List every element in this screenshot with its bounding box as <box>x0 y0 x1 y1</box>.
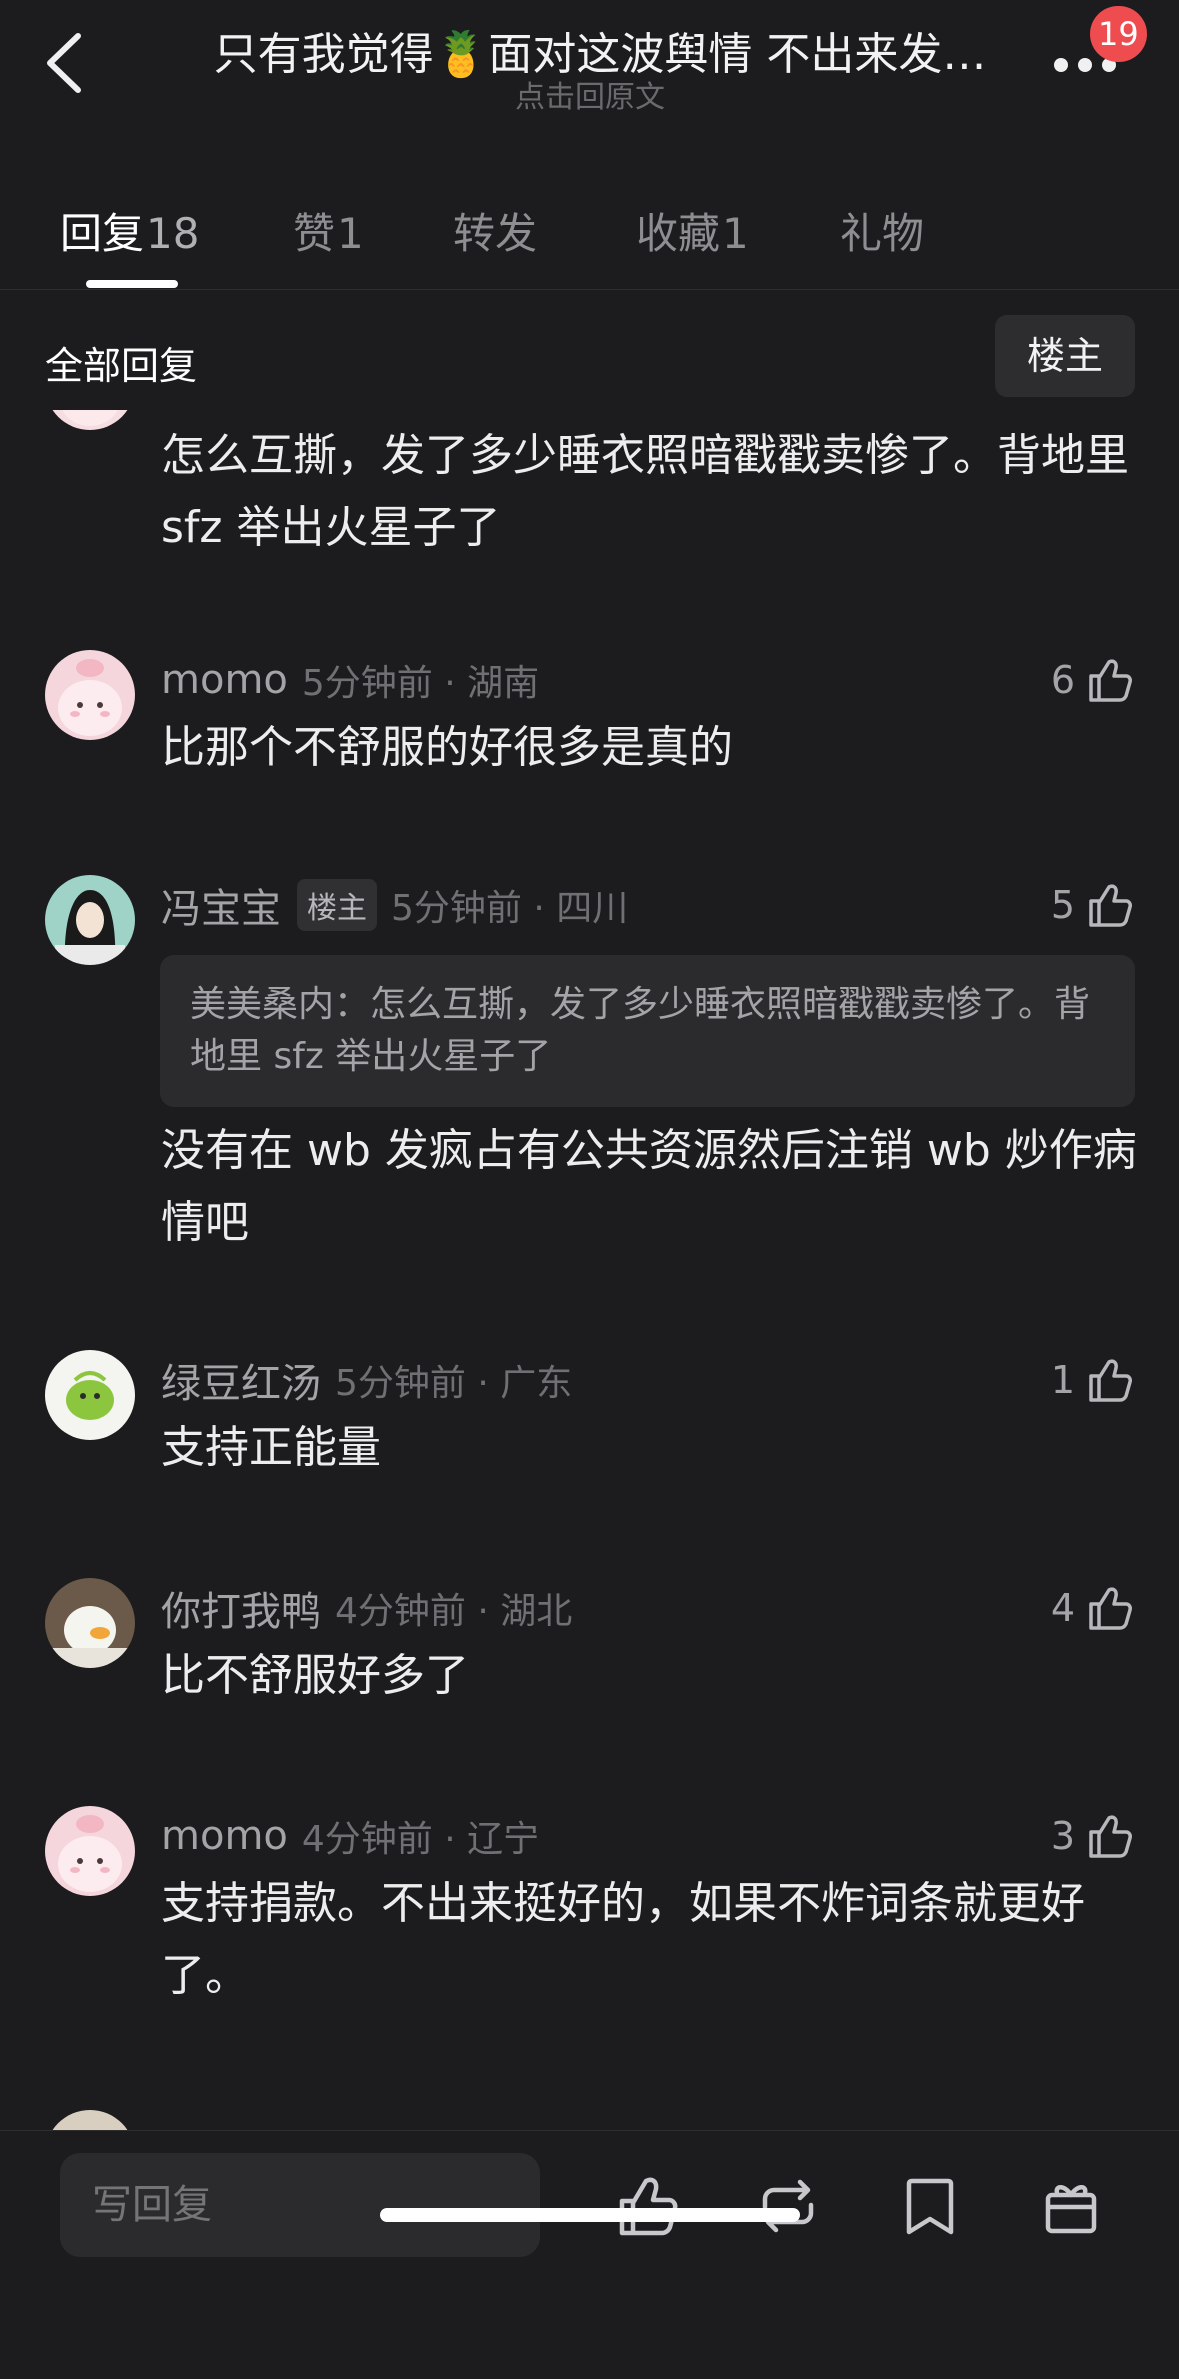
gift-icon <box>1045 2185 1097 2234</box>
like-count: 3 <box>1050 1814 1075 1858</box>
header: 只有我觉得🍍面对这波舆情 不出来发… 点击回原文 19 <box>0 0 1179 150</box>
owner-badge: 楼主 <box>297 879 377 931</box>
username[interactable]: 绿豆红汤 <box>161 1351 321 1409</box>
repost-button[interactable] <box>753 2171 823 2241</box>
thumbs-up-icon <box>1089 659 1132 702</box>
tab-replies[interactable]: 回复18 <box>60 200 199 261</box>
like-count: 6 <box>1050 658 1075 702</box>
thumbs-up-icon <box>619 2177 678 2236</box>
tab-label: 收藏 <box>636 209 721 258</box>
tab-likes[interactable]: 赞1 <box>293 200 364 261</box>
like-button[interactable]: 3 <box>1051 1806 1135 1866</box>
username[interactable]: 你打我鸭 <box>161 1579 321 1637</box>
comment-meta: 绿豆红汤 5分钟前 · 广东 <box>161 1350 572 1410</box>
avatar[interactable] <box>45 1350 135 1440</box>
bookmark-icon <box>906 2178 954 2235</box>
like-count: 1 <box>1050 1358 1075 1402</box>
timestamp-location: 5分钟前 · 四川 <box>391 888 629 929</box>
tab-label: 礼物 <box>840 209 925 258</box>
all-replies-heading: 全部回复 <box>45 344 198 388</box>
active-tab-indicator <box>86 280 178 288</box>
thumbs-up-icon <box>1089 1815 1132 1858</box>
tab-bar: 回复18 赞1 转发 收藏1 礼物 <box>0 180 1179 290</box>
quoted-reply[interactable]: 美美桑内：怎么互撕，发了多少睡衣照暗戳戳卖惨了。背地里 sfz 举出火星子了 <box>160 955 1135 1107</box>
comment-text: 支持正能量 <box>161 1422 381 1473</box>
avatar[interactable] <box>45 875 135 965</box>
avatar[interactable] <box>45 410 135 430</box>
username[interactable]: momo <box>161 1813 288 1859</box>
bookmark-button[interactable] <box>895 2171 965 2241</box>
bottom-action-bar <box>0 2130 1179 2379</box>
tab-label: 回复 <box>60 209 145 258</box>
back-button[interactable] <box>38 28 98 98</box>
owner-filter-button[interactable]: 楼主 <box>995 315 1135 397</box>
comment-meta: 你打我鸭 4分钟前 · 湖北 <box>161 1578 572 1638</box>
thumbs-up-icon <box>1089 1359 1132 1402</box>
avatar[interactable] <box>45 1806 135 1896</box>
notification-badge: 19 <box>1090 6 1147 62</box>
back-to-original-link[interactable]: 点击回原文 <box>190 72 990 116</box>
timestamp-location: 4分钟前 · 辽宁 <box>301 1819 540 1860</box>
like-post-button[interactable] <box>612 2171 682 2241</box>
gift-button[interactable] <box>1036 2171 1106 2241</box>
username[interactable]: momo <box>161 657 288 703</box>
avatar[interactable] <box>45 650 135 740</box>
like-button[interactable]: 1 <box>1051 1350 1135 1410</box>
home-indicator <box>380 2208 800 2222</box>
tab-gifts[interactable]: 礼物 <box>840 200 924 261</box>
tab-label: 转发 <box>453 209 538 258</box>
like-count: 4 <box>1050 1586 1075 1630</box>
tab-count: 1 <box>722 209 749 258</box>
username[interactable]: 冯宝宝 <box>161 876 281 934</box>
reply-input[interactable] <box>60 2153 540 2257</box>
tab-reposts[interactable]: 转发 <box>453 200 537 261</box>
chevron-left-icon <box>47 33 81 93</box>
tab-label: 赞 <box>293 209 336 258</box>
thumbs-up-icon <box>1089 884 1132 927</box>
comment-list[interactable]: 怎么互撕，发了多少睡衣照暗戳戳卖惨了。背地里 sfz 举出火星子了 momo 5… <box>0 410 1179 2130</box>
comment-text: 支持捐款。不出来挺好的，如果不炸词条就更好了。 <box>161 1878 1085 2001</box>
comment-text: 比不舒服好多了 <box>161 1650 469 1701</box>
comment-text: 怎么互撕，发了多少睡衣照暗戳戳卖惨了。背地里 sfz 举出火星子了 <box>161 430 1129 553</box>
timestamp-location: 5分钟前 · 广东 <box>335 1363 573 1404</box>
comment-meta: 冯宝宝 楼主 5分钟前 · 四川 <box>161 875 628 935</box>
comment-meta: momo 5分钟前 · 湖南 <box>161 650 539 710</box>
timestamp-location: 4分钟前 · 湖北 <box>335 1591 573 1632</box>
tab-count: 18 <box>146 209 200 258</box>
avatar[interactable] <box>45 2110 135 2130</box>
like-count: 5 <box>1050 883 1075 927</box>
avatar[interactable] <box>45 1578 135 1668</box>
like-button[interactable]: 5 <box>1051 875 1135 935</box>
timestamp-location: 5分钟前 · 湖南 <box>301 663 540 704</box>
comment-text: 比那个不舒服的好很多是真的 <box>161 722 733 773</box>
comment-text: 没有在 wb 发疯占有公共资源然后注销 wb 炒作病情吧 <box>161 1125 1137 1248</box>
comment-meta: momo 4分钟前 · 辽宁 <box>161 1806 539 1866</box>
more-dots-icon <box>1054 58 1068 72</box>
like-button[interactable]: 4 <box>1051 1578 1135 1638</box>
tab-favorites[interactable]: 收藏1 <box>636 200 749 261</box>
tab-count: 1 <box>337 209 364 258</box>
thumbs-up-icon <box>1089 1587 1132 1630</box>
repost-icon <box>762 2179 814 2233</box>
like-button[interactable]: 6 <box>1051 650 1135 710</box>
